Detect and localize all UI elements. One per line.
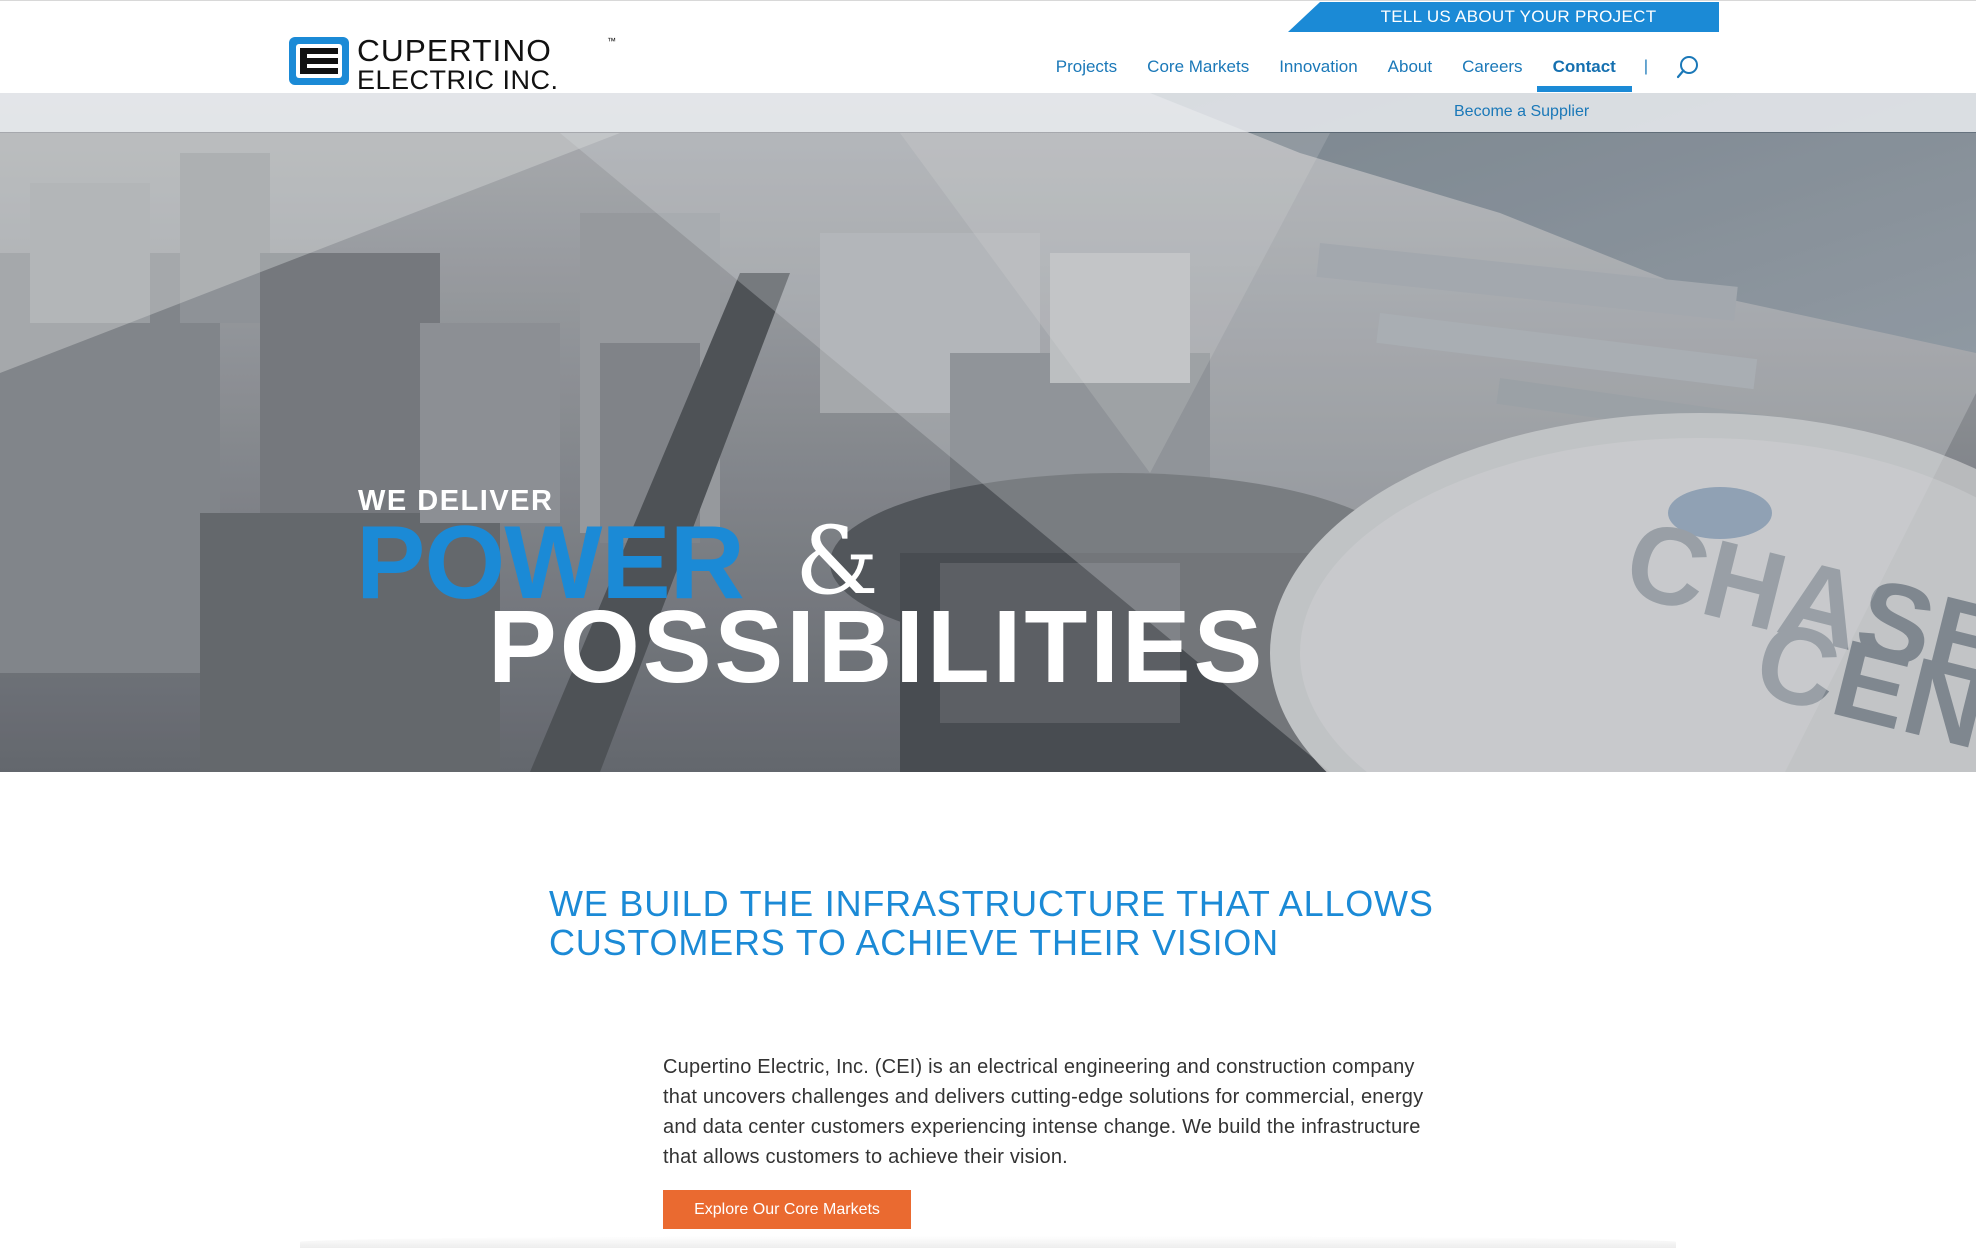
search-icon — [1676, 56, 1698, 79]
nav-item-innovation[interactable]: Innovation — [1279, 57, 1357, 77]
logo-line-2: ELECTRIC INC. — [357, 65, 559, 95]
become-a-supplier-link[interactable]: Become a Supplier — [1454, 103, 1589, 121]
main-navigation: Projects Core Markets Innovation About C… — [1026, 55, 1700, 92]
nav-item-core-markets[interactable]: Core Markets — [1147, 57, 1249, 77]
nav-separator: | — [1643, 58, 1648, 75]
trademark-symbol: ™ — [607, 36, 616, 46]
nav-item-contact[interactable]: Contact — [1536, 57, 1633, 92]
cta-label: TELL US ABOUT YOUR PROJECT — [1380, 7, 1657, 26]
nav-item-about[interactable]: About — [1388, 57, 1432, 77]
company-logo[interactable]: CUPERTINO ELECTRIC INC. ™ — [289, 35, 619, 94]
hero-possibilities-word: POSSIBILITIES — [488, 589, 1266, 704]
tell-us-about-your-project-button[interactable]: TELL US ABOUT YOUR PROJECT — [1288, 2, 1719, 32]
logo-mark-icon — [289, 37, 349, 85]
company-description: Cupertino Electric, Inc. (CEI) is an ele… — [663, 1056, 1424, 1168]
section-divider-shadow — [300, 1236, 1676, 1248]
search-button[interactable] — [1676, 55, 1700, 79]
site-header: TELL US ABOUT YOUR PROJECT CUPERTINO ELE… — [0, 0, 1976, 94]
sub-navigation-bar: Become a Supplier — [0, 93, 1976, 132]
section-headline: WE BUILD THE INFRASTRUCTURE THAT ALLOWS … — [549, 883, 1434, 963]
logo-line-1: CUPERTINO — [357, 33, 552, 68]
explore-core-markets-button[interactable]: Explore Our Core Markets — [663, 1190, 911, 1229]
nav-item-careers[interactable]: Careers — [1462, 57, 1522, 77]
hero-banner: CHASE CEN WE DELIVER POWER & POSSIBILITI… — [0, 93, 1976, 772]
nav-item-projects[interactable]: Projects — [1056, 57, 1117, 77]
logo-wordmark: CUPERTINO ELECTRIC INC. — [357, 35, 559, 94]
